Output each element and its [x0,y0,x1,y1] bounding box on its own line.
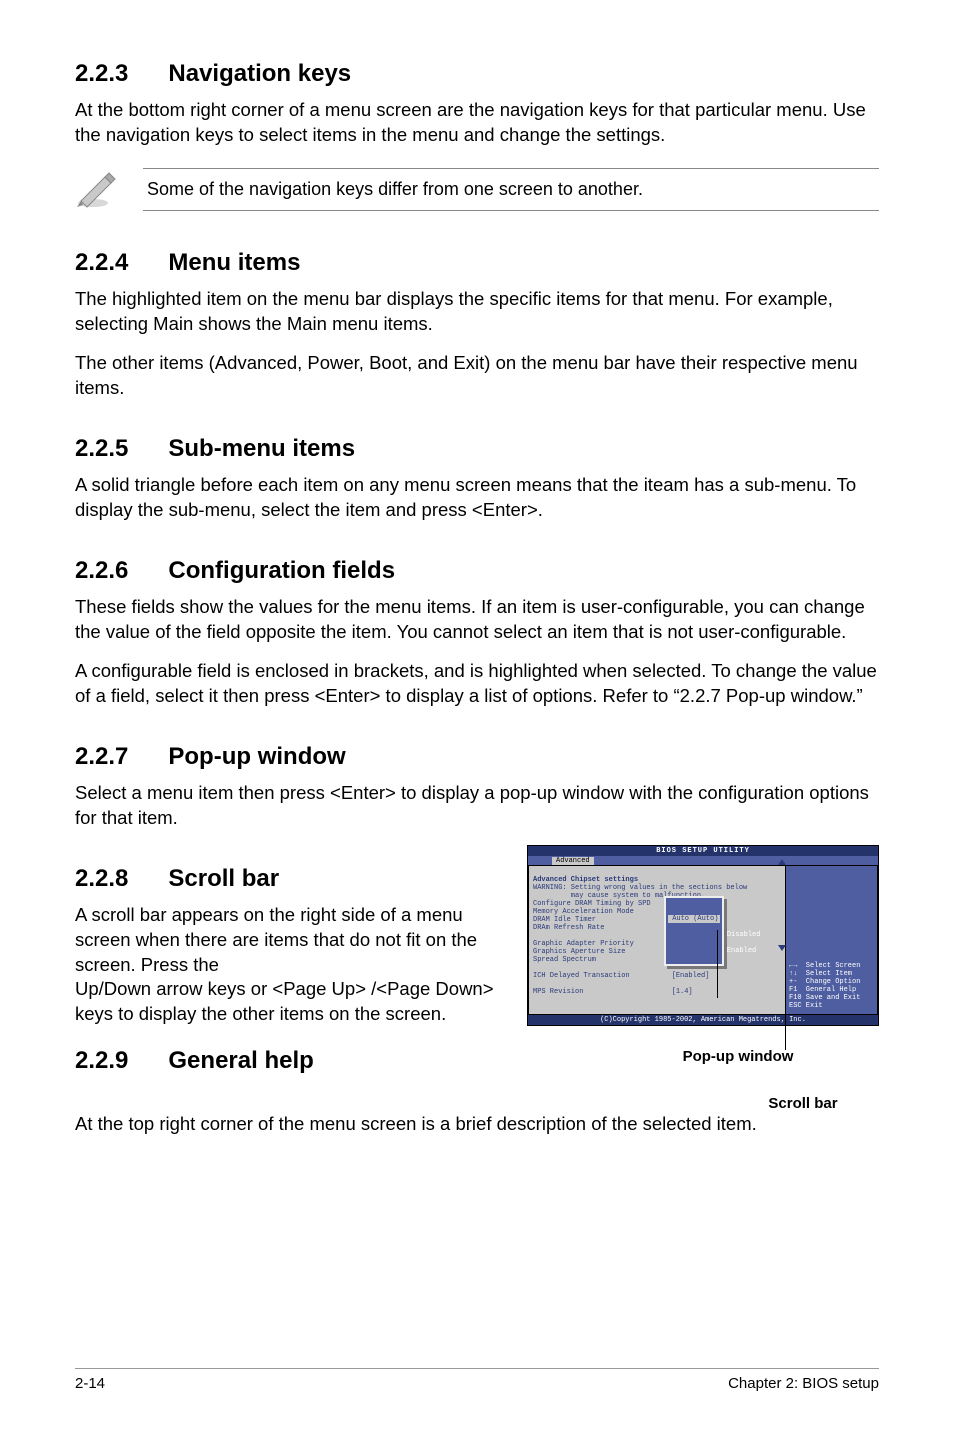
heading-title: Pop-up window [168,743,345,771]
heading-number: 2.2.8 [75,865,128,893]
paragraph: A configurable field is enclosed in brac… [75,659,879,709]
heading-number: 2.2.9 [75,1047,128,1075]
scroll-down-icon [778,945,786,951]
heading-number: 2.2.6 [75,557,128,585]
page-number: 2-14 [75,1375,105,1392]
heading-number: 2.2.4 [75,249,128,277]
chapter-label: Chapter 2: BIOS setup [728,1375,879,1392]
paragraph: The highlighted item on the menu bar dis… [75,287,879,337]
paragraph: A scroll bar appears on the right side o… [75,903,515,978]
bios-active-tab: Advanced [552,857,594,865]
bios-window: BIOS SETUP UTILITY Advanced Advanced Chi… [527,845,879,1027]
heading-number: 2.2.7 [75,743,128,771]
heading-2-2-7: 2.2.7 Pop-up window [75,743,879,771]
bios-popup-option: Enabled [727,947,756,955]
bios-copyright: (C)Copyright 1985-2002, American Megatre… [528,1015,878,1025]
heading-title: Menu items [168,249,300,277]
bios-popup: Auto (Auto) Disabled Enabled [664,896,724,966]
paragraph: These fields show the values for the men… [75,595,879,645]
heading-2-2-5: 2.2.5 Sub-menu items [75,435,879,463]
heading-title: Navigation keys [168,60,351,88]
bios-screenshot-figure: BIOS SETUP UTILITY Advanced Advanced Chi… [527,845,879,1113]
note-row: Some of the navigation keys differ from … [75,168,879,211]
page-footer: 2-14 Chapter 2: BIOS setup [75,1368,879,1392]
paragraph: Select a menu item then press <Enter> to… [75,781,879,831]
bios-help-keys: ←→ Select Screen ↑↓ Select Item +- Chang… [789,962,874,1010]
heading-title: General help [168,1047,313,1075]
bios-help-panel: ←→ Select Screen ↑↓ Select Item +- Chang… [786,865,878,1016]
bios-main-panel: Advanced Chipset settings WARNING: Setti… [528,865,786,1016]
heading-title: Sub-menu items [168,435,355,463]
heading-title: Scroll bar [168,865,279,893]
note-text: Some of the navigation keys differ from … [143,168,879,211]
heading-2-2-9: 2.2.9 General help [75,1047,515,1075]
annotation-popup-window: Pop-up window [597,1048,879,1065]
paragraph: At the bottom right corner of a menu scr… [75,98,879,148]
bios-menu-bar: Advanced [528,856,878,865]
heading-2-2-8: 2.2.8 Scroll bar [75,865,515,893]
heading-2-2-4: 2.2.4 Menu items [75,249,879,277]
annotation-scroll-bar: Scroll bar [727,1095,879,1112]
bios-title-bar: BIOS SETUP UTILITY [528,846,878,856]
scroll-up-icon [778,859,786,865]
bios-section-heading: Advanced Chipset settings [533,876,638,884]
heading-number: 2.2.3 [75,60,128,88]
callout-line [785,955,786,1050]
heading-number: 2.2.5 [75,435,128,463]
paragraph: Up/Down arrow keys or <Page Up> /<Page D… [75,977,515,1027]
heading-2-2-6: 2.2.6 Configuration fields [75,557,879,585]
paragraph: At the top right corner of the menu scre… [75,1112,879,1137]
paragraph: A solid triangle before each item on any… [75,473,879,523]
paragraph: The other items (Advanced, Power, Boot, … [75,351,879,401]
bios-popup-option-highlight: Auto (Auto) [668,915,720,923]
heading-2-2-3: 2.2.3 Navigation keys [75,60,879,88]
note-pen-icon [75,169,119,209]
heading-title: Configuration fields [168,557,395,585]
callout-line [717,930,718,998]
bios-popup-option: Disabled [727,931,761,939]
